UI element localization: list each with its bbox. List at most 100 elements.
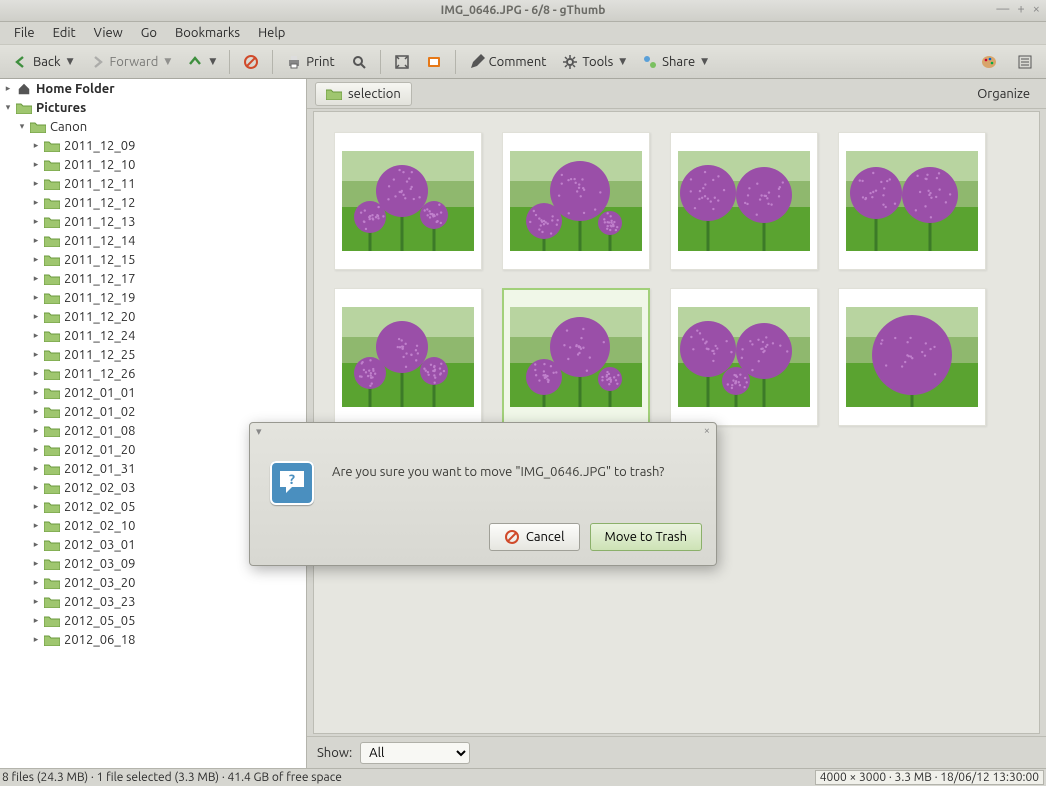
organize-button[interactable]: Organize <box>969 84 1038 104</box>
tree-item[interactable]: ▸ 2011_12_14 <box>0 231 306 250</box>
thumbnail[interactable] <box>334 288 482 426</box>
expand-icon[interactable]: ▸ <box>2 83 14 94</box>
expand-icon[interactable]: ▸ <box>30 634 42 645</box>
close-button[interactable]: × <box>1033 2 1040 16</box>
thumbnail[interactable] <box>670 132 818 270</box>
tree-item[interactable]: ▸ 2011_12_25 <box>0 345 306 364</box>
folder-icon <box>44 272 60 286</box>
expand-icon[interactable]: ▾ <box>16 121 28 132</box>
menu-go[interactable]: Go <box>133 24 165 42</box>
menu-help[interactable]: Help <box>250 24 293 42</box>
search-button[interactable] <box>344 50 374 74</box>
thumbnail[interactable] <box>502 288 650 426</box>
slideshow-button[interactable] <box>419 50 449 74</box>
tree-item[interactable]: ▸ 2012_05_05 <box>0 611 306 630</box>
tree-item[interactable]: ▸ 2011_12_12 <box>0 193 306 212</box>
show-filter-select[interactable]: All <box>360 742 470 764</box>
thumbnail[interactable] <box>670 288 818 426</box>
expand-icon[interactable]: ▸ <box>30 273 42 284</box>
expand-icon[interactable]: ▸ <box>30 254 42 265</box>
move-to-trash-button[interactable]: Move to Trash <box>590 523 702 551</box>
thumbnail[interactable] <box>334 132 482 270</box>
statusbar: 8 files (24.3 MB) · 1 file selected (3.3… <box>0 768 1046 786</box>
stop-button[interactable] <box>236 50 266 74</box>
expand-icon[interactable]: ▸ <box>30 368 42 379</box>
up-button[interactable]: ▼ <box>180 50 223 74</box>
tree-item[interactable]: ▸ 2012_03_20 <box>0 573 306 592</box>
maximize-button[interactable]: + <box>1017 2 1024 16</box>
thumbnail-image <box>510 151 642 251</box>
tree-item[interactable]: ▾ Pictures <box>0 98 306 117</box>
folder-icon <box>44 538 60 552</box>
tree-item[interactable]: ▸ 2011_12_20 <box>0 307 306 326</box>
expand-icon[interactable]: ▸ <box>30 216 42 227</box>
expand-icon[interactable]: ▸ <box>30 330 42 341</box>
expand-icon[interactable]: ▸ <box>30 178 42 189</box>
folder-icon <box>44 443 60 457</box>
palette-button[interactable] <box>974 50 1004 74</box>
dialog-close-icon[interactable]: × <box>704 425 710 437</box>
expand-icon[interactable]: ▸ <box>30 501 42 512</box>
expand-icon[interactable]: ▸ <box>30 539 42 550</box>
tree-item[interactable]: ▸ 2011_12_26 <box>0 364 306 383</box>
tree-item[interactable]: ▸ 2012_01_01 <box>0 383 306 402</box>
thumbnail[interactable] <box>502 132 650 270</box>
forward-button[interactable]: Forward ▼ <box>82 50 178 74</box>
expand-icon[interactable]: ▸ <box>30 349 42 360</box>
expand-icon[interactable]: ▸ <box>30 197 42 208</box>
fullscreen-button[interactable] <box>387 50 417 74</box>
expand-icon[interactable]: ▸ <box>30 482 42 493</box>
expand-icon[interactable]: ▸ <box>30 596 42 607</box>
tree-item[interactable]: ▸ 2011_12_15 <box>0 250 306 269</box>
share-button[interactable]: Share ▼ <box>635 50 715 74</box>
properties-button[interactable] <box>1010 50 1040 74</box>
menu-edit[interactable]: Edit <box>45 24 84 42</box>
tools-button[interactable]: Tools ▼ <box>555 50 633 74</box>
tree-item[interactable]: ▸ 2011_12_09 <box>0 136 306 155</box>
cancel-button[interactable]: Cancel <box>489 523 580 551</box>
comment-button[interactable]: Comment <box>462 50 554 74</box>
expand-icon[interactable]: ▸ <box>30 235 42 246</box>
tree-item[interactable]: ▸ 2011_12_24 <box>0 326 306 345</box>
tree-item[interactable]: ▸ 2011_12_13 <box>0 212 306 231</box>
menu-view[interactable]: View <box>86 24 131 42</box>
expand-icon[interactable]: ▸ <box>30 425 42 436</box>
share-icon <box>642 54 658 70</box>
thumbnail[interactable] <box>838 288 986 426</box>
expand-icon[interactable]: ▸ <box>30 406 42 417</box>
dialog-collapse-icon[interactable]: ▾ <box>256 425 262 437</box>
thumbnail-image <box>342 151 474 251</box>
expand-icon[interactable]: ▸ <box>30 444 42 455</box>
expand-icon[interactable]: ▸ <box>30 311 42 322</box>
minimize-button[interactable]: — <box>996 2 1009 16</box>
menu-bookmarks[interactable]: Bookmarks <box>167 24 248 42</box>
expand-icon[interactable]: ▸ <box>30 463 42 474</box>
expand-icon[interactable]: ▸ <box>30 140 42 151</box>
expand-icon[interactable]: ▸ <box>30 558 42 569</box>
folder-icon <box>44 196 60 210</box>
expand-icon[interactable]: ▾ <box>2 102 14 113</box>
expand-icon[interactable]: ▸ <box>30 520 42 531</box>
expand-icon[interactable]: ▸ <box>30 615 42 626</box>
menu-file[interactable]: File <box>6 24 43 42</box>
tree-item[interactable]: ▸ 2011_12_11 <box>0 174 306 193</box>
folder-icon <box>16 101 32 115</box>
tree-item[interactable]: ▸ 2011_12_17 <box>0 269 306 288</box>
breadcrumb-chip[interactable]: selection <box>315 82 412 106</box>
expand-icon[interactable]: ▸ <box>30 159 42 170</box>
tree-item[interactable]: ▸ 2011_12_10 <box>0 155 306 174</box>
back-button[interactable]: Back ▼ <box>6 50 80 74</box>
print-button[interactable]: Print <box>279 50 341 74</box>
thumbnail[interactable] <box>838 132 986 270</box>
tree-item[interactable]: ▾ Canon <box>0 117 306 136</box>
expand-icon[interactable]: ▸ <box>30 577 42 588</box>
tree-item[interactable]: ▸ 2012_06_18 <box>0 630 306 649</box>
folder-icon <box>44 614 60 628</box>
folder-icon <box>44 386 60 400</box>
tree-item[interactable]: ▸ Home Folder <box>0 79 306 98</box>
tree-item[interactable]: ▸ 2011_12_19 <box>0 288 306 307</box>
expand-icon[interactable]: ▸ <box>30 387 42 398</box>
tree-item[interactable]: ▸ 2012_01_02 <box>0 402 306 421</box>
tree-item[interactable]: ▸ 2012_03_23 <box>0 592 306 611</box>
expand-icon[interactable]: ▸ <box>30 292 42 303</box>
